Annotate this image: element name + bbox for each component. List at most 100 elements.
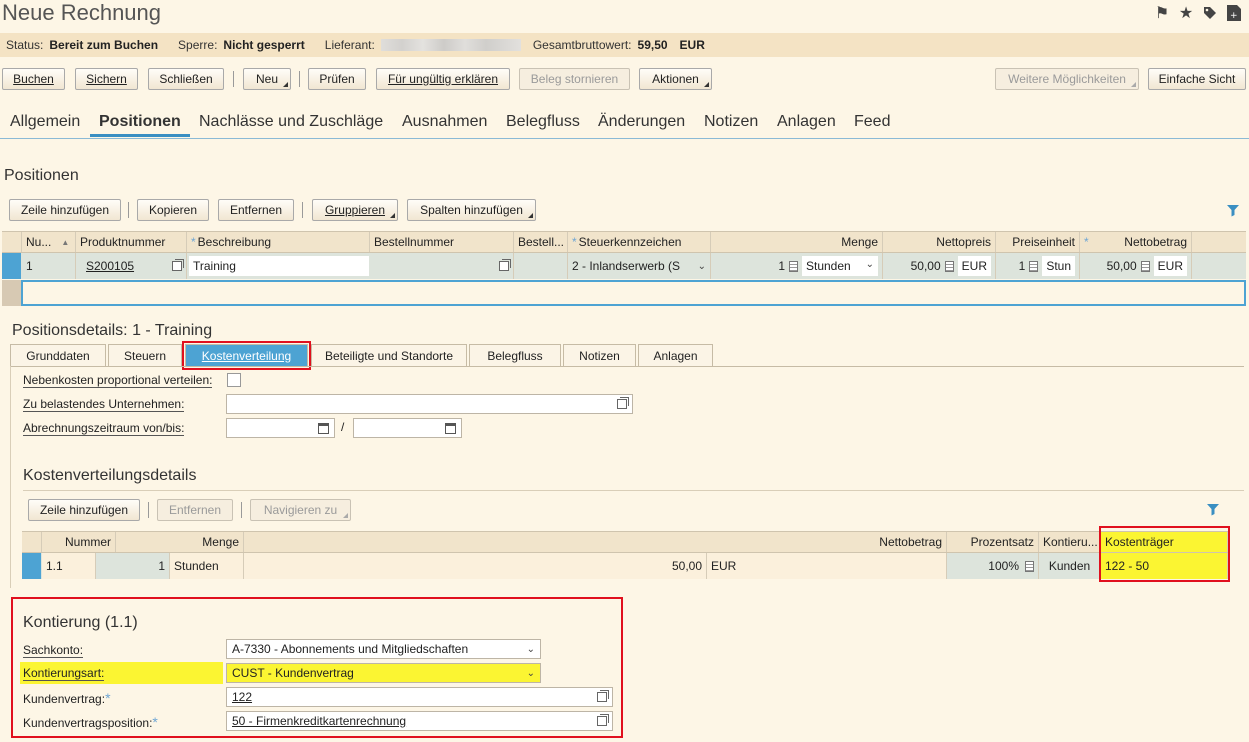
cell-currency[interactable]: EUR xyxy=(707,553,947,579)
row-selected-marker[interactable] xyxy=(22,553,41,579)
add-columns-button[interactable]: Spalten hinzufügen xyxy=(407,199,536,221)
unternehmen-field[interactable] xyxy=(226,394,633,414)
tab-anlagen[interactable]: Anlagen xyxy=(777,113,836,131)
flag-icon[interactable]: ⚑ xyxy=(1153,4,1171,22)
kundenvertragsposition-field[interactable]: 50 - Firmenkreditkartenrechnung xyxy=(226,711,613,731)
col-nummer[interactable]: Nummer xyxy=(42,532,116,552)
subtab-steuern[interactable]: Steuern xyxy=(108,344,182,366)
chevron-down-icon[interactable]: ⌄ xyxy=(527,668,535,679)
col-produktnummer[interactable]: Produktnummer xyxy=(76,232,187,252)
price-unit-field[interactable]: Stun xyxy=(1042,256,1075,276)
col-bestellposition[interactable]: Bestell... xyxy=(514,232,568,252)
chevron-down-icon[interactable]: ⌄ xyxy=(698,261,706,272)
col-prozentsatz[interactable]: Prozentsatz xyxy=(947,532,1039,552)
col-steuerkennzeichen[interactable]: * Steuerkennzeichen xyxy=(568,232,711,252)
calendar-icon[interactable] xyxy=(318,423,329,434)
filter-icon[interactable] xyxy=(1206,502,1220,516)
cell-nettobetrag[interactable]: 50,00 EUR xyxy=(1080,253,1192,279)
row-selector[interactable] xyxy=(2,280,21,306)
cost-add-row-button[interactable]: Zeile hinzufügen xyxy=(28,499,140,521)
col-kontierung[interactable]: Kontieru... xyxy=(1039,532,1101,552)
cell-kontierung[interactable]: Kunden xyxy=(1039,553,1101,579)
cell-nettobetrag[interactable]: 50,00 xyxy=(244,553,707,579)
pruefen-button[interactable]: Prüfen xyxy=(308,68,366,90)
tab-feed[interactable]: Feed xyxy=(854,113,890,131)
tab-positionen[interactable]: Positionen xyxy=(99,113,181,131)
calculator-icon[interactable] xyxy=(789,260,798,272)
calculator-icon[interactable] xyxy=(1140,260,1150,272)
calendar-icon[interactable] xyxy=(445,423,456,434)
remove-button[interactable]: Entfernen xyxy=(218,199,294,221)
cell-prozentsatz[interactable]: 100% xyxy=(947,553,1039,579)
filter-icon[interactable] xyxy=(1226,203,1240,217)
einfache-sicht-button[interactable]: Einfache Sicht xyxy=(1148,68,1246,90)
col-menge[interactable]: Menge xyxy=(711,232,883,252)
cell-preiseinheit[interactable]: 1 Stun xyxy=(996,253,1080,279)
cell-produktnummer[interactable]: S200105 xyxy=(76,253,187,279)
table-row[interactable]: 1.1 1 Stunden 50,00 EUR 100% Kunden 122 … xyxy=(22,553,1228,579)
col-nettobetrag[interactable]: * Nettobetrag xyxy=(1080,232,1192,252)
unit-select[interactable]: Stunden ⌄ xyxy=(802,256,878,276)
aktionen-button[interactable]: Aktionen xyxy=(639,68,712,90)
calculator-icon[interactable] xyxy=(944,260,954,272)
col-menge[interactable]: Menge xyxy=(116,532,244,552)
open-value-help-icon[interactable] xyxy=(617,397,629,409)
neu-button[interactable]: Neu xyxy=(243,68,291,90)
col-nettopreis[interactable]: Nettopreis xyxy=(883,232,996,252)
subtab-beteiligte[interactable]: Beteiligte und Standorte xyxy=(311,344,467,366)
add-row-button[interactable]: Zeile hinzufügen xyxy=(9,199,121,221)
subtab-belegfluss[interactable]: Belegfluss xyxy=(469,344,561,366)
table-row-empty[interactable] xyxy=(2,280,1246,306)
col-nettobetrag[interactable]: Nettobetrag xyxy=(244,532,947,552)
calculator-icon[interactable] xyxy=(1025,560,1034,572)
open-value-help-icon[interactable] xyxy=(597,714,609,726)
cell-beschreibung[interactable]: Training xyxy=(189,256,369,276)
subtab-anlagen[interactable]: Anlagen xyxy=(638,344,713,366)
tab-notizen[interactable]: Notizen xyxy=(704,113,758,131)
zeitraum-to-field[interactable] xyxy=(353,418,462,438)
cell-bestellnummer[interactable] xyxy=(370,253,514,279)
col-preiseinheit[interactable]: Preiseinheit xyxy=(996,232,1080,252)
schliessen-button[interactable]: Schließen xyxy=(148,68,224,90)
ungueltig-button[interactable]: Für ungültig erklären xyxy=(376,68,510,90)
cell-bestellposition[interactable] xyxy=(514,253,568,279)
open-value-help-icon[interactable] xyxy=(172,259,184,271)
tab-nachlaesse[interactable]: Nachlässe und Zuschläge xyxy=(199,113,383,131)
currency-field[interactable]: EUR xyxy=(957,256,991,276)
cell-menge-unit[interactable]: Stunden xyxy=(170,553,244,579)
kontierungsart-select[interactable]: CUST - Kundenvertrag ⌄ xyxy=(226,663,541,683)
document-add-icon[interactable]: + xyxy=(1225,4,1243,22)
currency-field[interactable]: EUR xyxy=(1153,256,1187,276)
calculator-icon[interactable] xyxy=(1029,260,1039,272)
open-value-help-icon[interactable] xyxy=(597,690,609,702)
star-icon[interactable]: ★ xyxy=(1177,4,1195,22)
cell-steuerkennzeichen[interactable]: 2 - Inlandserwerb (S ⌄ xyxy=(568,253,711,279)
col-beschreibung[interactable]: * Beschreibung xyxy=(187,232,370,252)
buchen-button[interactable]: Buchen xyxy=(2,68,65,90)
chevron-down-icon[interactable]: ⌄ xyxy=(527,644,535,655)
group-button[interactable]: Gruppieren xyxy=(312,199,398,221)
subtab-grunddaten[interactable]: Grunddaten xyxy=(10,344,106,366)
tab-allgemein[interactable]: Allgemein xyxy=(10,113,80,131)
subtab-notizen[interactable]: Notizen xyxy=(563,344,636,366)
product-link[interactable]: S200105 xyxy=(86,259,134,273)
row-selected-marker[interactable] xyxy=(2,253,21,279)
zeitraum-from-field[interactable] xyxy=(226,418,335,438)
open-value-help-icon[interactable] xyxy=(499,259,511,271)
tab-aenderungen[interactable]: Änderungen xyxy=(598,113,685,131)
new-row-input[interactable] xyxy=(21,280,1246,306)
tab-belegfluss[interactable]: Belegfluss xyxy=(506,113,580,131)
kundenvertrag-field[interactable]: 122 xyxy=(226,687,613,707)
col-nr[interactable]: Nu... ▲ xyxy=(22,232,76,252)
col-bestellnummer[interactable]: Bestellnummer xyxy=(370,232,514,252)
tab-ausnahmen[interactable]: Ausnahmen xyxy=(402,113,487,131)
sachkonto-select[interactable]: A-7330 - Abonnements und Mitgliedschafte… xyxy=(226,639,541,659)
cell-menge-qty[interactable]: 1 xyxy=(96,553,170,579)
cell-menge[interactable]: 1 Stunden ⌄ xyxy=(711,253,883,279)
cell-nettopreis[interactable]: 50,00 EUR xyxy=(883,253,996,279)
nebenkosten-checkbox[interactable] xyxy=(227,373,241,387)
copy-button[interactable]: Kopieren xyxy=(137,199,209,221)
table-row[interactable]: 1 S200105 Training 2 - Inlandserwerb (S ⌄… xyxy=(2,253,1246,279)
tag-icon[interactable] xyxy=(1201,4,1219,22)
sichern-button[interactable]: Sichern xyxy=(75,68,138,90)
